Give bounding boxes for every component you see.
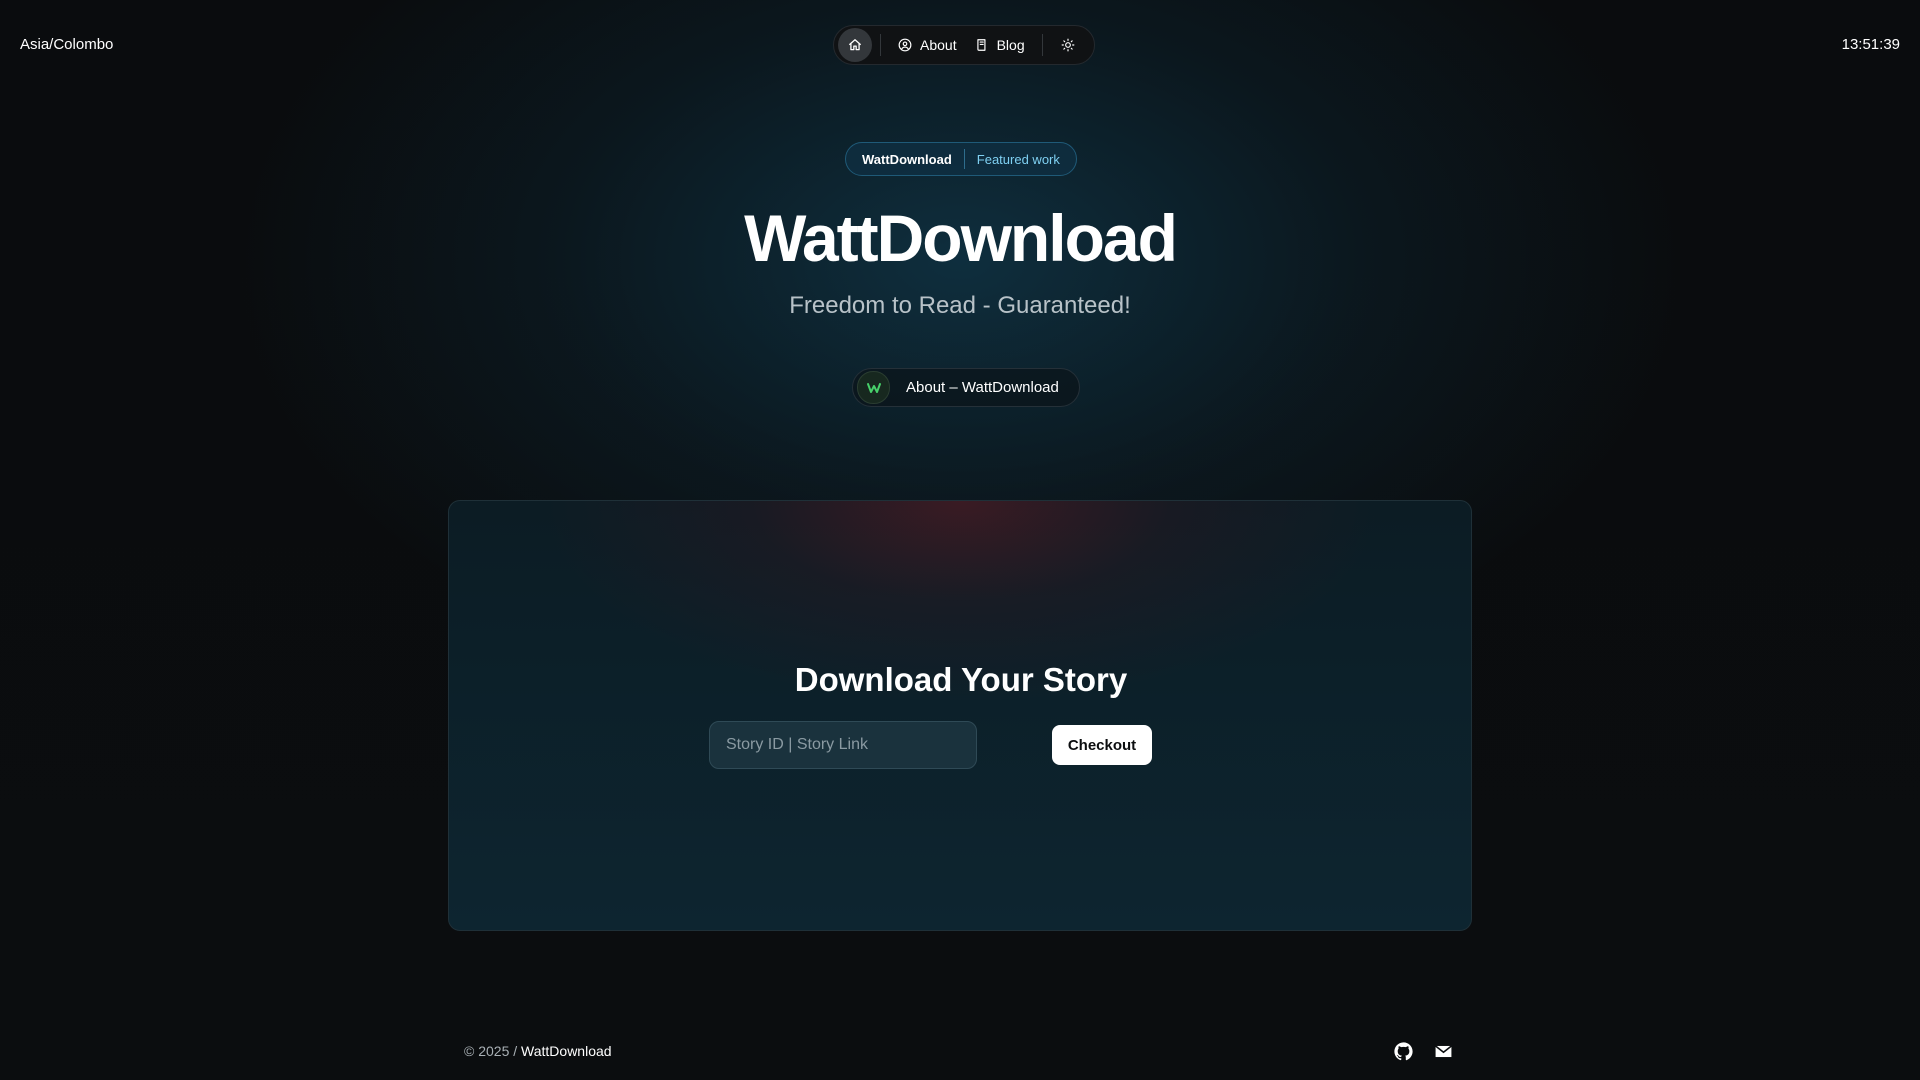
- main-nav: About Blog: [833, 25, 1095, 65]
- book-icon: [976, 39, 986, 51]
- footer-copyright: © 2025 / WattDownload: [464, 1043, 612, 1059]
- logo-icon: [866, 382, 881, 393]
- checkout-button[interactable]: Checkout: [1052, 725, 1152, 765]
- mail-icon: [1434, 1044, 1452, 1057]
- featured-badge[interactable]: WattDownload Featured work: [845, 142, 1077, 176]
- timezone-label: Asia/Colombo: [20, 36, 114, 53]
- page-subtitle: Freedom to Read - Guaranteed!: [789, 292, 1131, 319]
- nav-item-about-label: About: [920, 37, 957, 53]
- nav-divider: [880, 34, 881, 56]
- footer-social-links: [1392, 1040, 1454, 1062]
- nav-divider: [1041, 34, 1043, 56]
- badge-title: WattDownload: [862, 151, 952, 167]
- copyright-text: © 2025 /: [464, 1043, 518, 1059]
- clock: 13:51:39: [1841, 36, 1900, 53]
- email-link[interactable]: [1432, 1040, 1454, 1062]
- theme-toggle-button[interactable]: [1051, 28, 1085, 62]
- nav-item-about[interactable]: About: [889, 28, 966, 62]
- featured-work-link[interactable]: Featured work: [977, 152, 1060, 167]
- home-button[interactable]: [838, 28, 872, 62]
- download-title: Download Your Story: [794, 661, 1128, 698]
- sun-icon: [1061, 38, 1075, 52]
- github-link[interactable]: [1392, 1040, 1414, 1062]
- home-icon: [849, 39, 861, 51]
- download-card: Download Your Story Checkout: [448, 500, 1472, 931]
- footer-brand-link[interactable]: WattDownload: [521, 1043, 612, 1059]
- about-link-label: About – WattDownload: [906, 379, 1059, 396]
- user-circle-icon: [898, 38, 912, 52]
- avatar: [857, 371, 890, 404]
- story-id-input[interactable]: [709, 721, 977, 769]
- nav-item-blog[interactable]: Blog: [966, 28, 1034, 62]
- badge-divider: [963, 149, 965, 169]
- nav-item-blog-label: Blog: [996, 37, 1025, 53]
- github-icon: [1393, 1041, 1413, 1060]
- about-link-button[interactable]: About – WattDownload: [852, 368, 1080, 407]
- page-title: WattDownload: [744, 201, 1178, 275]
